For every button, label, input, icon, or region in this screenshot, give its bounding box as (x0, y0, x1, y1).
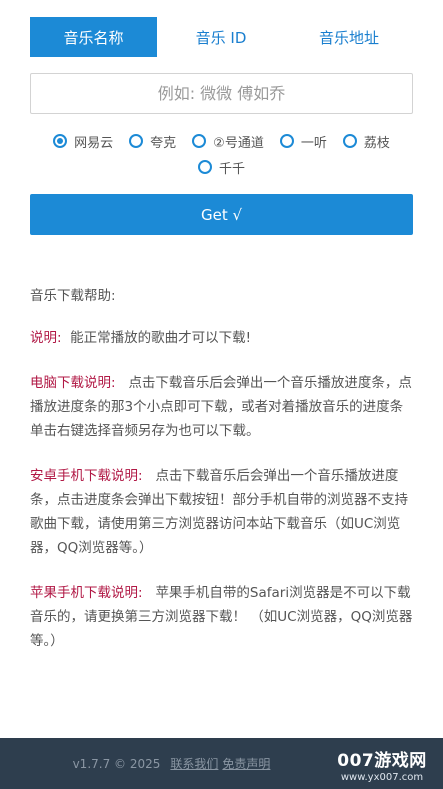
help-heading: 说明: (30, 330, 62, 346)
source-label: ②号通道 (213, 135, 264, 151)
tab-music-url[interactable]: 音乐地址 (285, 17, 413, 57)
tab-music-name[interactable]: 音乐名称 (30, 17, 157, 57)
radio-unchecked-icon (342, 134, 357, 148)
radio-checked-icon (53, 134, 68, 148)
help-item-pc: 电脑下载说明: 点击下载音乐后会弹出一个音乐播放进度条，点播放进度条的那3个小点… (30, 371, 415, 443)
source-radio-qianqian[interactable]: 千千 (197, 158, 245, 177)
search-input[interactable] (31, 74, 412, 113)
radio-unchecked-icon (192, 134, 207, 148)
watermark-title: 007游戏网 (337, 750, 427, 771)
search-mode-tabs: 音乐名称 音乐 ID 音乐地址 (30, 17, 413, 57)
help-heading: 电脑下载说明: (30, 375, 116, 391)
contact-link[interactable]: 联系我们 (170, 755, 218, 772)
source-label: 荔枝 (363, 135, 390, 151)
source-radio-yiting[interactable]: 一听 (279, 132, 327, 151)
source-label: 一听 (300, 135, 327, 151)
site-watermark-logo: 007游戏网 www.yx007.com (327, 742, 437, 786)
help-text: 能正常播放的歌曲才可以下载! (70, 330, 252, 346)
help-item-general: 说明: 能正常播放的歌曲才可以下载! (30, 326, 415, 350)
help-title: 音乐下载帮助: (30, 288, 116, 304)
source-label: 千千 (218, 161, 245, 177)
version-text: v1.7.7 © 2025 (72, 756, 161, 771)
source-radio-channel-2[interactable]: ②号通道 (192, 132, 264, 151)
help-item-android: 安卓手机下载说明: 点击下载音乐后会弹出一个音乐播放进度条，点击进度条会弹出下载… (30, 464, 415, 560)
disclaimer-link[interactable]: 免责声明 (222, 755, 270, 772)
help-section: 音乐下载帮助: 说明: 能正常播放的歌曲才可以下载! 电脑下载说明: 点击下载音… (30, 284, 415, 674)
help-heading: 安卓手机下载说明: (30, 468, 143, 484)
source-radio-lizhi[interactable]: 荔枝 (342, 132, 390, 151)
radio-unchecked-icon (197, 160, 212, 174)
source-radio-kuake[interactable]: 夸克 (129, 132, 177, 151)
source-radio-netease[interactable]: 网易云 (53, 132, 114, 151)
watermark-url: www.yx007.com (340, 771, 424, 783)
help-heading: 苹果手机下载说明: (30, 585, 143, 601)
source-label: 网易云 (74, 135, 114, 151)
search-field (30, 73, 413, 114)
radio-unchecked-icon (279, 134, 294, 148)
source-label: 夸克 (150, 135, 177, 151)
source-radio-group: 网易云 夸克 ②号通道 一听 荔枝 千千 (30, 132, 413, 177)
get-button[interactable]: Get √ (30, 194, 413, 235)
help-item-iphone: 苹果手机下载说明: 苹果手机自带的Safari浏览器是不可以下载音乐的，请更换第… (30, 581, 415, 653)
radio-unchecked-icon (129, 134, 144, 148)
tab-music-id[interactable]: 音乐 ID (157, 17, 285, 57)
